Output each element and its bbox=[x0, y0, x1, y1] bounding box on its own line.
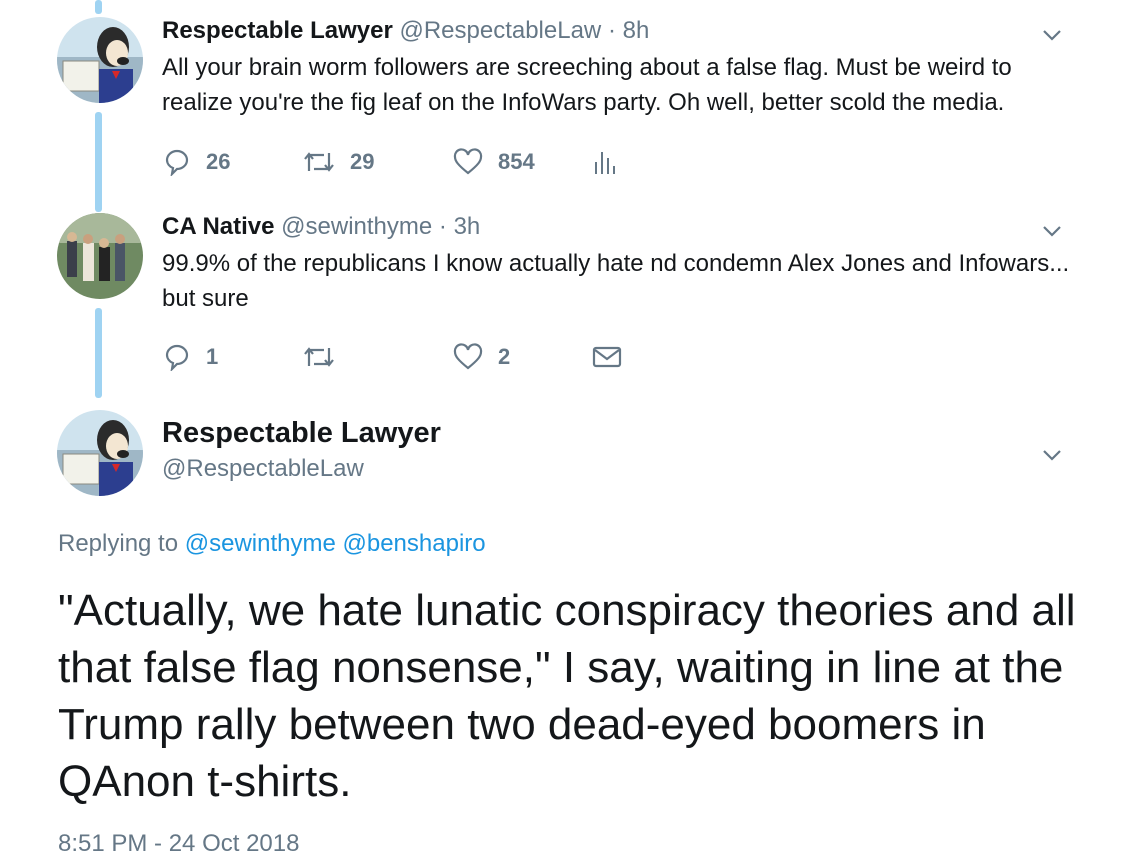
tweet-time[interactable]: 8h bbox=[623, 17, 650, 44]
group-photo-avatar bbox=[57, 213, 143, 299]
tweet-text: "Actually, we hate lunatic conspiracy th… bbox=[58, 586, 1076, 806]
chevron-down-icon[interactable] bbox=[1041, 444, 1063, 466]
analytics-icon bbox=[595, 152, 615, 174]
retweet-button[interactable]: 29 bbox=[302, 149, 452, 175]
heart-icon bbox=[453, 148, 483, 175]
reply-button[interactable]: 1 bbox=[162, 343, 302, 371]
replying-label: Replying to bbox=[58, 530, 179, 557]
tweet-time[interactable]: 3h bbox=[454, 213, 481, 240]
retweet-icon bbox=[304, 347, 334, 367]
tweet-text: 99.9% of the republicans I know actually… bbox=[162, 250, 1070, 312]
like-count: 854 bbox=[498, 149, 535, 174]
like-count: 2 bbox=[498, 344, 511, 369]
reply-icon bbox=[165, 149, 189, 176]
author-handle[interactable]: @RespectableLaw bbox=[399, 17, 601, 44]
direct-message-icon bbox=[592, 346, 622, 368]
avatar[interactable] bbox=[57, 410, 143, 496]
heart-icon bbox=[453, 343, 483, 370]
author-name[interactable]: CA Native bbox=[162, 213, 274, 240]
cartoon-dog-lawyer-avatar bbox=[57, 410, 143, 496]
reply-count: 26 bbox=[206, 149, 231, 174]
author-handle[interactable]: @RespectableLaw bbox=[162, 454, 1087, 484]
retweet-count: 29 bbox=[350, 149, 375, 174]
chevron-down-icon[interactable] bbox=[1041, 24, 1063, 46]
cartoon-dog-lawyer-avatar bbox=[57, 17, 143, 103]
separator-dot: · bbox=[607, 17, 616, 44]
avatar[interactable] bbox=[57, 213, 143, 299]
reply-mention-link[interactable]: @sewinthyme bbox=[185, 530, 336, 557]
separator-dot: · bbox=[438, 213, 447, 240]
author-name[interactable]: Respectable Lawyer bbox=[162, 17, 393, 44]
author-handle[interactable]: @sewinthyme bbox=[281, 213, 432, 240]
like-button[interactable]: 2 bbox=[452, 343, 592, 371]
tweet-text: All your brain worm followers are screec… bbox=[162, 54, 1012, 116]
replying-to: Replying to @sewinthyme @benshapiro bbox=[58, 530, 486, 558]
reply-mention-link[interactable]: @benshapiro bbox=[343, 530, 486, 557]
thread-line-top bbox=[95, 0, 102, 14]
like-button[interactable]: 854 bbox=[452, 148, 592, 176]
direct-message-button[interactable] bbox=[592, 345, 622, 369]
reply-button[interactable]: 26 bbox=[162, 148, 302, 176]
author-name[interactable]: Respectable Lawyer bbox=[162, 416, 1087, 450]
retweet-icon bbox=[304, 152, 334, 172]
thread-line-1 bbox=[95, 112, 102, 212]
avatar[interactable] bbox=[57, 17, 143, 103]
retweet-button[interactable] bbox=[302, 344, 452, 370]
thread-line-2 bbox=[95, 308, 102, 398]
tweet-timestamp[interactable]: 8:51 PM - 24 Oct 2018 bbox=[58, 830, 299, 858]
reply-count: 1 bbox=[206, 344, 219, 369]
chevron-down-icon[interactable] bbox=[1041, 220, 1063, 242]
reply-icon bbox=[165, 344, 189, 371]
analytics-button[interactable] bbox=[592, 148, 616, 176]
